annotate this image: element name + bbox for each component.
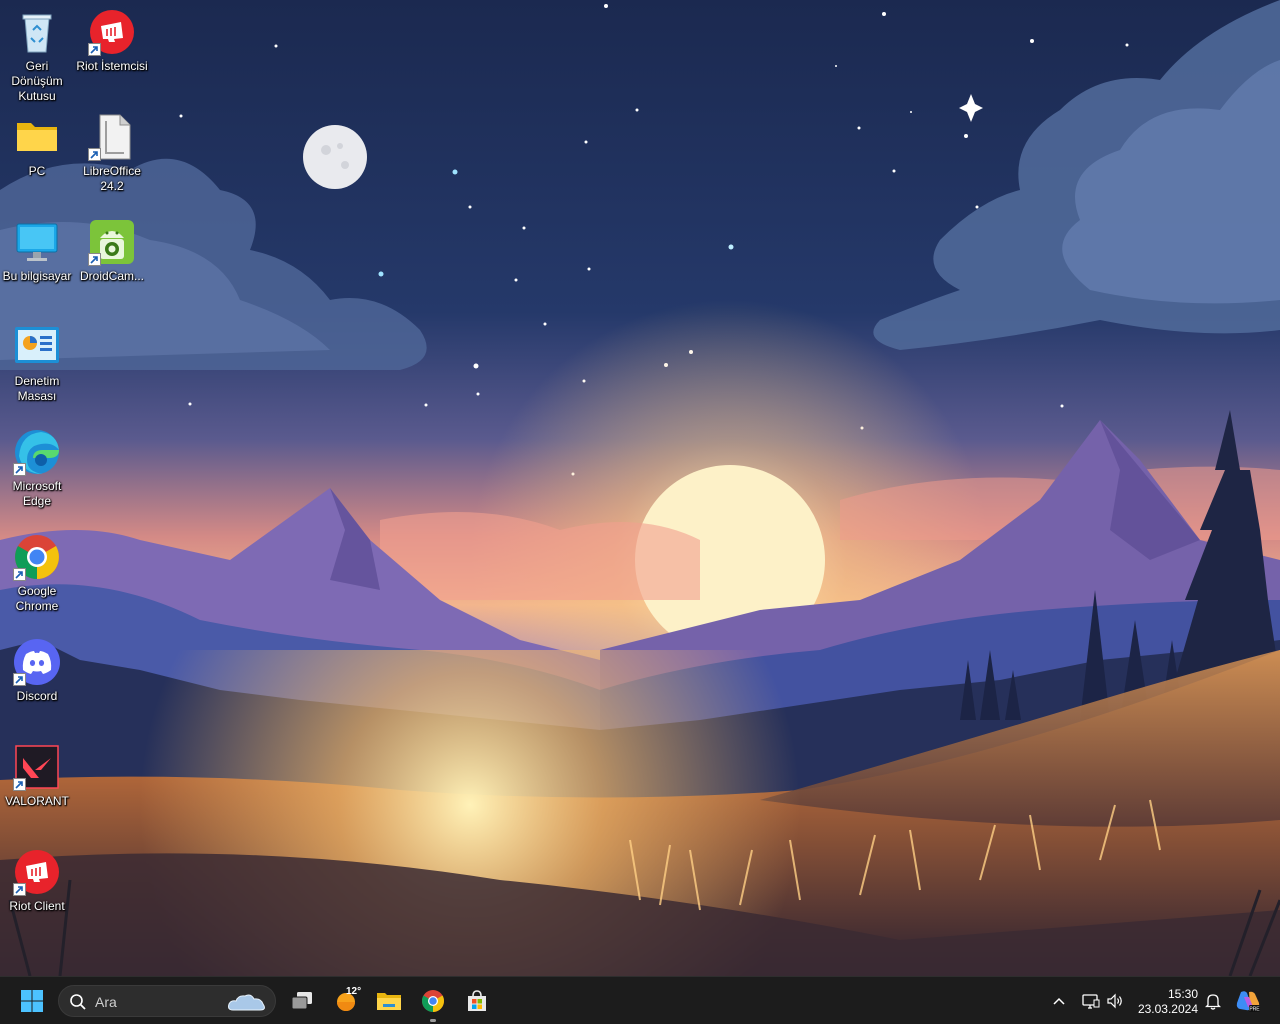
desktop-icon-riot-client[interactable]: Riot Client xyxy=(0,848,74,914)
chrome-icon xyxy=(422,990,444,1012)
shortcut-arrow-icon xyxy=(13,778,26,791)
desktop-icon-control-panel[interactable]: Denetim Masası xyxy=(0,323,74,404)
valorant-icon xyxy=(13,743,61,791)
desktop-icon-label: Discord xyxy=(16,689,58,703)
discord-icon xyxy=(13,638,61,686)
volume-icon xyxy=(1107,993,1122,1009)
copilot-icon: PRE xyxy=(1236,991,1260,1013)
clock[interactable]: 15:30 23.03.2024 xyxy=(1128,985,1198,1019)
start-button[interactable] xyxy=(14,983,50,1019)
desktop-icon-label: VALORANT xyxy=(5,794,69,808)
edge-icon xyxy=(13,428,61,476)
desktop-icon-label: Riot İstemcisi xyxy=(76,59,148,73)
start-icon xyxy=(21,990,43,1012)
search-icon xyxy=(70,994,86,1010)
shortcut-arrow-icon xyxy=(88,148,101,161)
chrome-icon xyxy=(13,533,61,581)
notifications-button[interactable] xyxy=(1202,983,1224,1019)
network-icon xyxy=(1082,994,1100,1009)
desktop-icon-riot-istemcisi[interactable]: Riot İstemcisi xyxy=(75,8,149,74)
clock-time: 15:30 xyxy=(1167,987,1198,1001)
desktop-icon-label: PC xyxy=(28,164,46,178)
desktop-icon-label: Bu bilgisayar xyxy=(2,269,72,283)
file-explorer-icon xyxy=(377,993,401,1010)
running-indicator xyxy=(430,1019,436,1022)
desktop-icon-google-chrome[interactable]: Google Chrome xyxy=(0,533,74,614)
shortcut-arrow-icon xyxy=(13,883,26,896)
volume-button[interactable] xyxy=(1104,983,1126,1019)
shortcut-arrow-icon xyxy=(13,463,26,476)
desktop-icon-pc-folder[interactable]: PC xyxy=(0,113,74,179)
this-pc-icon xyxy=(13,218,61,266)
desktop-icon-label: DroidCam... xyxy=(79,269,144,283)
copilot-button[interactable]: PRE xyxy=(1232,983,1264,1019)
desktop-icon-discord[interactable]: Discord xyxy=(0,638,74,704)
desktop-icon-label: Google Chrome xyxy=(15,584,59,613)
shortcut-arrow-icon xyxy=(13,673,26,686)
notification-bell-icon xyxy=(1205,994,1221,1010)
weather-temperature: 12° xyxy=(346,986,362,997)
droidcam-icon xyxy=(88,218,136,266)
file-explorer-button[interactable] xyxy=(371,983,407,1019)
riot-client-icon xyxy=(88,8,136,56)
desktop-icon-valorant[interactable]: VALORANT xyxy=(0,743,74,809)
shortcut-arrow-icon xyxy=(88,253,101,266)
desktop-icon-recycle-bin[interactable]: Geri Dönüşüm Kutusu xyxy=(0,8,74,104)
task-view-icon xyxy=(291,992,312,1010)
desktop-icon-label: Denetim Masası xyxy=(14,374,60,403)
show-hidden-icons-button[interactable] xyxy=(1048,983,1070,1019)
recycle-bin-icon xyxy=(13,8,61,56)
shortcut-arrow-icon xyxy=(88,43,101,56)
task-view-button[interactable] xyxy=(284,983,320,1019)
taskbar: Ara 12° 15:30 23.03.2024 PRE xyxy=(0,976,1280,1024)
desktop-icon-label: Microsoft Edge xyxy=(12,479,62,508)
riot-client-icon xyxy=(13,848,61,896)
desktop-icon-label: Riot Client xyxy=(9,899,65,913)
desktop-icon-libreoffice[interactable]: LibreOffice 24.2 xyxy=(75,113,149,194)
svg-text:PRE: PRE xyxy=(1249,1007,1260,1013)
desktop-wallpaper xyxy=(0,0,1280,976)
desktop-icon-label: Geri Dönüşüm Kutusu xyxy=(11,59,63,103)
search-placeholder: Ara xyxy=(95,994,117,1010)
search-input[interactable]: Ara xyxy=(58,985,276,1017)
store-icon xyxy=(468,990,486,1011)
search-highlight-cloud-icon xyxy=(228,994,265,1011)
store-button[interactable] xyxy=(459,983,495,1019)
folder-icon xyxy=(13,113,61,161)
shortcut-arrow-icon xyxy=(13,568,26,581)
desktop-icon-droidcam[interactable]: DroidCam... xyxy=(75,218,149,284)
desktop-icon-label: LibreOffice 24.2 xyxy=(83,164,141,193)
network-button[interactable] xyxy=(1080,983,1102,1019)
control-panel-icon xyxy=(13,323,61,371)
libreoffice-icon xyxy=(88,113,136,161)
chrome-taskbar-button[interactable] xyxy=(415,983,451,1019)
desktop-icon-this-pc[interactable]: Bu bilgisayar xyxy=(0,218,74,284)
clock-date: 23.03.2024 xyxy=(1137,1002,1198,1016)
chevron-up-icon xyxy=(1053,997,1065,1005)
desktop-icon-microsoft-edge[interactable]: Microsoft Edge xyxy=(0,428,74,509)
